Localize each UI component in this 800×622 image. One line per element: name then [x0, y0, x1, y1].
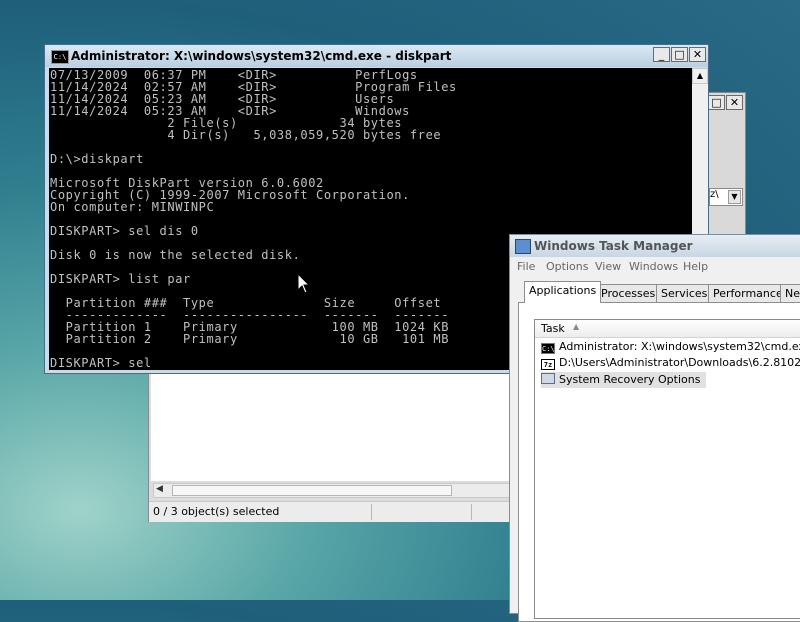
window-title: Windows Task Manager	[534, 239, 693, 253]
status-divider	[371, 504, 372, 520]
task-manager-titlebar[interactable]: Windows Task Manager	[510, 235, 800, 257]
task-list[interactable]: Task ▲ C:\ Administrator: X:\windows\syst…	[534, 319, 800, 619]
column-header-label: Task	[541, 322, 565, 335]
scroll-left-arrow-icon[interactable]: ◀	[156, 484, 163, 494]
status-selection-text: 0 / 3 object(s) selected	[153, 505, 280, 518]
menu-file[interactable]: File	[517, 260, 535, 273]
list-item[interactable]: 7z D:\Users\Administrator\Downloads\6.2.8…	[541, 355, 800, 371]
cmd-icon: C:\	[541, 343, 555, 354]
maximize-button[interactable]: □	[708, 95, 725, 110]
horizontal-scrollbar[interactable]: ◀	[153, 483, 533, 498]
tab-processes[interactable]: Processes	[596, 284, 661, 302]
scroll-up-arrow-icon[interactable]: ▲	[692, 68, 708, 84]
task-manager-window: Windows Task Manager File Options View W…	[509, 234, 800, 622]
tab-strip: Applications Processes Services Performa…	[518, 281, 800, 303]
window-title: Administrator: X:\windows\system32\cmd.e…	[71, 49, 452, 63]
tab-applications[interactable]: Applications	[524, 281, 602, 303]
list-item-label: D:\Users\Administrator\Downloads\6.2.810…	[559, 356, 800, 369]
task-manager-icon	[515, 239, 531, 254]
close-button[interactable]: ✕	[726, 95, 743, 110]
scrollbar-thumb[interactable]	[172, 485, 452, 496]
mouse-cursor-icon	[297, 273, 311, 294]
maximize-button[interactable]: □	[671, 47, 688, 62]
7zip-icon: 7z	[541, 359, 555, 370]
tab-networking[interactable]: Netw	[780, 284, 800, 302]
cmd-icon: C:\	[51, 50, 69, 64]
sort-arrow-icon: ▲	[573, 322, 580, 331]
list-item-label: System Recovery Options	[559, 373, 701, 386]
column-header-task[interactable]: Task ▲	[535, 320, 800, 338]
chevron-down-icon[interactable]: ▼	[728, 190, 741, 204]
window-icon	[541, 373, 555, 384]
cmd-titlebar[interactable]: C:\ Administrator: X:\windows\system32\c…	[45, 45, 708, 67]
tab-performance[interactable]: Performance	[708, 284, 788, 302]
close-button[interactable]: ✕	[689, 47, 706, 62]
list-item[interactable]: System Recovery Options	[541, 372, 707, 388]
tab-services[interactable]: Services	[656, 284, 713, 302]
menu-view[interactable]: View	[595, 260, 621, 273]
status-bar: 0 / 3 object(s) selected	[149, 501, 535, 522]
list-item-label: Administrator: X:\windows\system32\cmd.e…	[559, 340, 800, 353]
address-combo[interactable]: z\ ▼	[709, 188, 743, 206]
list-item[interactable]: C:\ Administrator: X:\windows\system32\cm…	[541, 339, 800, 355]
menu-bar: File Options View Windows Help	[510, 257, 800, 277]
address-combo-text: z\	[710, 189, 719, 200]
menu-options[interactable]: Options	[546, 260, 588, 273]
menu-windows[interactable]: Windows	[629, 260, 678, 273]
status-divider	[471, 504, 472, 520]
minimize-button[interactable]: _	[653, 47, 670, 62]
menu-help[interactable]: Help	[683, 260, 708, 273]
